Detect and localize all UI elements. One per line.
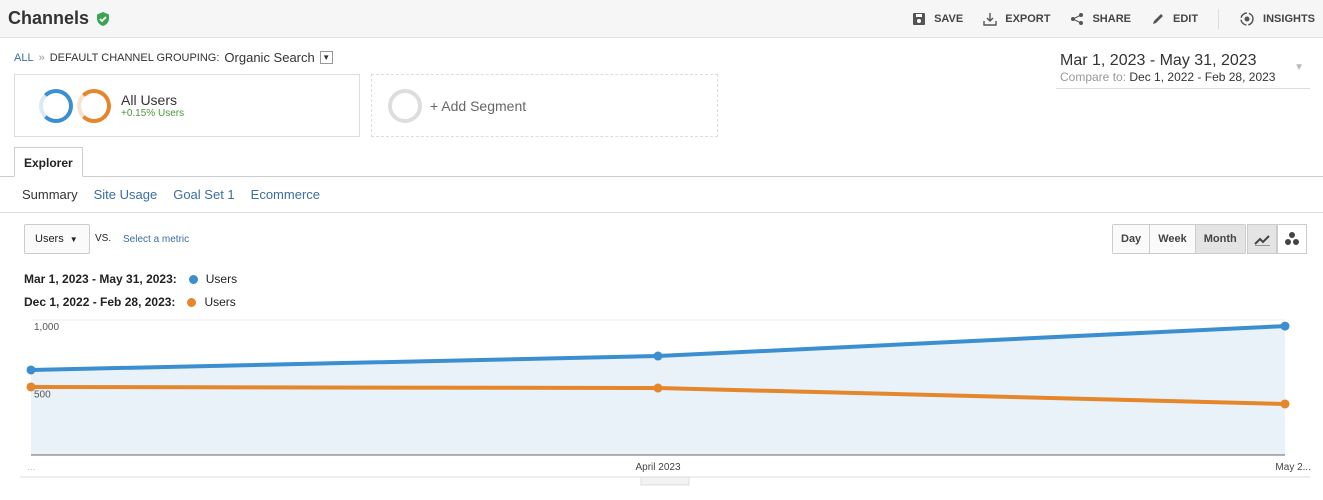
breadcrumb-all-link[interactable]: ALL: [14, 52, 34, 64]
vs-label: VS.: [95, 233, 112, 244]
period-toggle: Day Week Month: [1112, 224, 1246, 254]
data-point: [1280, 321, 1290, 331]
legend-period: Mar 1, 2023 - May 31, 2023:: [24, 272, 177, 286]
segment-change: +0.15% Users: [121, 108, 185, 119]
export-button[interactable]: EXPORT: [983, 12, 1050, 26]
legend-dot: [188, 274, 198, 284]
insights-button[interactable]: INSIGHTS: [1239, 11, 1315, 27]
users-line-chart: 1,000 500... April 2023 May 2...: [20, 319, 1311, 486]
date-range-picker[interactable]: Mar 1, 2023 - May 31, 2023 Compare to: D…: [1056, 52, 1310, 89]
compare-range: Compare to: Dec 1, 2022 - Feb 28, 2023: [1060, 70, 1306, 84]
page-title: Channels: [8, 8, 111, 29]
date-range: Mar 1, 2023 - May 31, 2023: [1060, 52, 1257, 69]
title-text: Channels: [8, 8, 90, 28]
data-point: [26, 382, 36, 392]
data-point: [26, 365, 36, 375]
motion-chart-view-button[interactable]: [1277, 224, 1307, 254]
share-icon: [1071, 12, 1084, 25]
add-segment-button[interactable]: + Add Segment: [371, 74, 718, 137]
breadcrumb-value: Organic Search: [224, 50, 315, 65]
legend-series: Users: [204, 295, 236, 309]
line-chart-icon: [1254, 235, 1270, 246]
pencil-icon: [1152, 13, 1163, 24]
legend-compare: Dec 1, 2022 - Feb 28, 2023: Users: [24, 295, 236, 309]
orange-segment-ring-icon: [77, 88, 111, 123]
data-point: [653, 383, 663, 393]
edit-label: EDIT: [1172, 12, 1199, 25]
share-label: SHARE: [1092, 12, 1131, 25]
breadcrumb: ALL » DEFAULT CHANNEL GROUPING: Organic …: [14, 50, 333, 65]
tab-bar-line: [0, 176, 1323, 177]
month-button[interactable]: Month: [1195, 225, 1245, 253]
blue-segment-ring-icon: [39, 88, 73, 123]
y-tick-label: 1,000: [34, 322, 59, 333]
x-tick-label: April 2023: [635, 462, 680, 473]
save-label: SAVE: [934, 12, 964, 25]
segment-all-users[interactable]: All Users +0.15% Users: [14, 74, 360, 137]
data-point: [1280, 399, 1290, 409]
add-segment-label: + Add Segment: [430, 97, 527, 114]
legend-dot: [187, 297, 197, 307]
subtab-summary[interactable]: Summary: [22, 187, 78, 202]
breadcrumb-dropdown[interactable]: ▼: [319, 51, 333, 64]
select-metric-link[interactable]: Select a metric: [123, 234, 189, 245]
divider: [0, 212, 1323, 213]
x-tick-label: ...: [27, 462, 35, 473]
segment-name: All Users: [121, 92, 178, 108]
insights-icon: [1240, 11, 1254, 26]
insights-label: INSIGHTS: [1263, 12, 1315, 25]
breadcrumb-label: DEFAULT CHANNEL GROUPING:: [49, 51, 220, 64]
save-button[interactable]: SAVE: [912, 12, 963, 26]
compare-value: Dec 1, 2022 - Feb 28, 2023: [1129, 70, 1276, 84]
sub-tabs: Summary Site Usage Goal Set 1 Ecommerce: [22, 187, 320, 202]
legend-series: Users: [205, 272, 238, 286]
tab-explorer[interactable]: Explorer: [14, 147, 83, 177]
header-bar: Channels SAVE EXPORT SHARE EDIT INSIGHTS: [0, 0, 1323, 38]
legend-period: Dec 1, 2022 - Feb 28, 2023:: [24, 295, 176, 309]
empty-segment-ring-icon: [388, 88, 422, 123]
download-icon: [983, 12, 997, 26]
compare-label: Compare to:: [1060, 70, 1127, 84]
x-tick-label: May 2...: [1275, 462, 1311, 473]
metric-value: Users: [35, 233, 64, 245]
chart-collapse-handle[interactable]: [640, 476, 690, 486]
week-button[interactable]: Week: [1150, 225, 1196, 253]
dropdown-arrow-icon: ▼: [69, 234, 78, 244]
breadcrumb-separator: »: [38, 51, 45, 64]
data-point: [653, 351, 663, 361]
divider: [1218, 8, 1220, 29]
day-button[interactable]: Day: [1113, 225, 1151, 253]
y-tick-label: 500: [34, 390, 51, 401]
save-icon: [913, 12, 926, 25]
verified-shield-icon: [97, 11, 110, 26]
edit-button[interactable]: EDIT: [1151, 12, 1198, 26]
subtab-ecommerce[interactable]: Ecommerce: [251, 187, 320, 202]
bubble-chart-icon: [1285, 232, 1299, 245]
subtab-goal-set-1[interactable]: Goal Set 1: [173, 187, 234, 202]
export-label: EXPORT: [1005, 12, 1051, 25]
share-button[interactable]: SHARE: [1070, 12, 1131, 26]
legend-current: Mar 1, 2023 - May 31, 2023: Users: [24, 272, 237, 286]
subtab-site-usage[interactable]: Site Usage: [94, 187, 158, 202]
chevron-down-icon: ▼: [1294, 62, 1304, 73]
line-chart-view-button[interactable]: [1247, 224, 1277, 254]
metric-select[interactable]: Users ▼: [24, 224, 90, 254]
